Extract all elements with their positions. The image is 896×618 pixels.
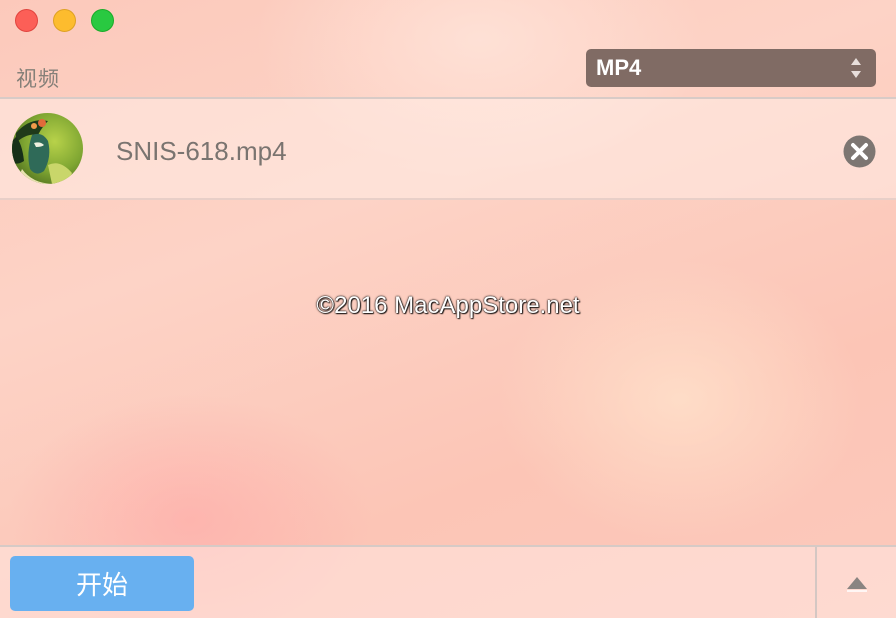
- window-controls: [15, 9, 114, 32]
- video-thumbnail: [12, 113, 83, 184]
- start-button[interactable]: 开始: [10, 556, 194, 611]
- section-label: 视频: [16, 68, 60, 91]
- output-format-select[interactable]: MP4: [586, 49, 876, 87]
- zoom-window-button[interactable]: [91, 9, 114, 32]
- watermark-text: ©2016 MacAppStore.net: [316, 292, 580, 319]
- file-name: SNIS-618.mp4: [116, 136, 287, 166]
- app-window: 视频 MP4 SNIS-618.mp4 ©2016 MacAppStore.ne…: [0, 0, 896, 618]
- expand-button[interactable]: [817, 547, 896, 618]
- output-format-value: MP4: [596, 55, 642, 80]
- minimize-window-button[interactable]: [53, 9, 76, 32]
- remove-file-icon[interactable]: [843, 135, 876, 168]
- select-arrows-icon: [851, 58, 861, 78]
- close-window-button[interactable]: [15, 9, 38, 32]
- file-list-item[interactable]: SNIS-618.mp4: [0, 99, 896, 200]
- triangle-up-icon: [846, 576, 867, 592]
- bottom-toolbar: 开始: [0, 545, 896, 618]
